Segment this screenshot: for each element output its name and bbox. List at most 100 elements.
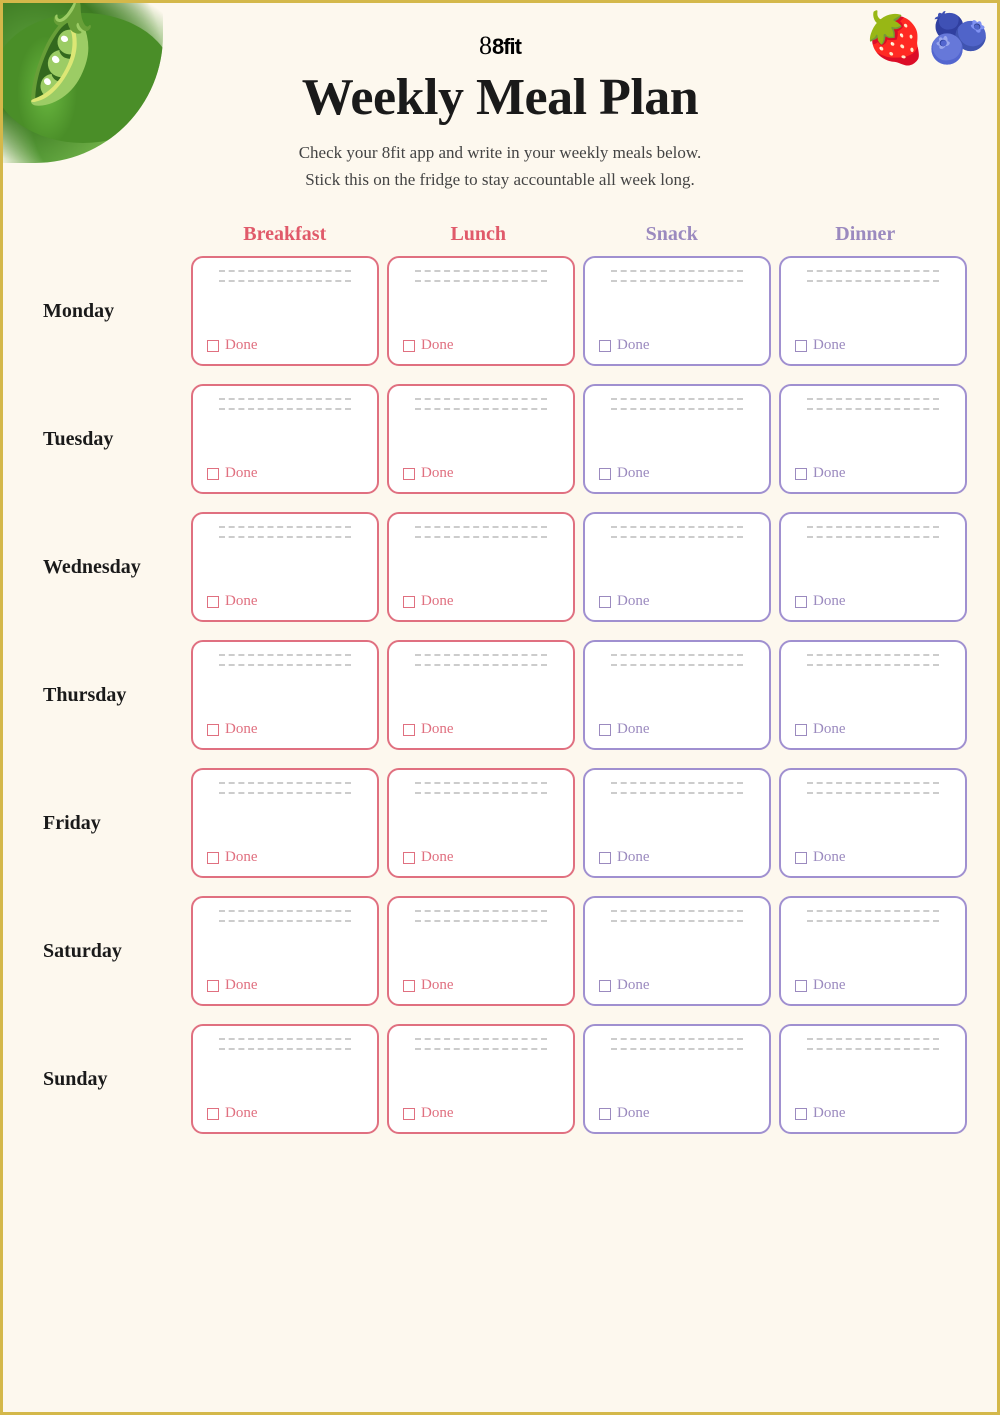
done-row[interactable]: Done (403, 593, 559, 610)
done-checkbox[interactable] (795, 1108, 807, 1120)
done-label: Done (421, 977, 454, 994)
meal-cell-friday-snack[interactable]: Done (583, 768, 771, 878)
done-row[interactable]: Done (795, 1105, 951, 1122)
dashed-lines (795, 654, 951, 707)
done-checkbox[interactable] (599, 340, 611, 352)
done-row[interactable]: Done (207, 721, 363, 738)
dashed-lines (207, 398, 363, 451)
dashed-line (807, 654, 940, 656)
done-row[interactable]: Done (403, 1105, 559, 1122)
meal-cell-saturday-breakfast[interactable]: Done (191, 896, 379, 1006)
meal-cell-monday-breakfast[interactable]: Done (191, 256, 379, 366)
done-label: Done (225, 721, 258, 738)
done-checkbox[interactable] (403, 852, 415, 864)
done-row[interactable]: Done (207, 1105, 363, 1122)
done-row[interactable]: Done (599, 1105, 755, 1122)
done-checkbox[interactable] (795, 596, 807, 608)
dashed-line (415, 1038, 548, 1040)
done-checkbox[interactable] (207, 340, 219, 352)
done-checkbox[interactable] (599, 980, 611, 992)
done-checkbox[interactable] (599, 468, 611, 480)
done-checkbox[interactable] (795, 980, 807, 992)
done-row[interactable]: Done (599, 465, 755, 482)
done-row[interactable]: Done (403, 337, 559, 354)
meal-cell-tuesday-snack[interactable]: Done (583, 384, 771, 494)
done-row[interactable]: Done (599, 977, 755, 994)
done-checkbox[interactable] (403, 1108, 415, 1120)
done-row[interactable]: Done (403, 849, 559, 866)
meal-cell-friday-lunch[interactable]: Done (387, 768, 575, 878)
meal-cell-monday-snack[interactable]: Done (583, 256, 771, 366)
done-row[interactable]: Done (599, 849, 755, 866)
done-checkbox[interactable] (795, 468, 807, 480)
done-checkbox[interactable] (207, 724, 219, 736)
meal-cell-thursday-dinner[interactable]: Done (779, 640, 967, 750)
meal-cell-saturday-dinner[interactable]: Done (779, 896, 967, 1006)
done-row[interactable]: Done (599, 593, 755, 610)
done-checkbox[interactable] (599, 596, 611, 608)
done-checkbox[interactable] (207, 596, 219, 608)
done-checkbox[interactable] (795, 340, 807, 352)
dashed-lines (207, 782, 363, 835)
done-row[interactable]: Done (795, 337, 951, 354)
meal-cell-wednesday-breakfast[interactable]: Done (191, 512, 379, 622)
meal-cell-monday-lunch[interactable]: Done (387, 256, 575, 366)
day-row: MondayDoneDoneDoneDone (33, 256, 967, 366)
meal-cell-sunday-breakfast[interactable]: Done (191, 1024, 379, 1134)
done-row[interactable]: Done (403, 977, 559, 994)
done-checkbox[interactable] (403, 724, 415, 736)
done-checkbox[interactable] (599, 852, 611, 864)
meal-cell-tuesday-breakfast[interactable]: Done (191, 384, 379, 494)
dashed-line (611, 280, 744, 282)
done-checkbox[interactable] (403, 340, 415, 352)
meal-cell-wednesday-dinner[interactable]: Done (779, 512, 967, 622)
done-row[interactable]: Done (795, 721, 951, 738)
done-checkbox[interactable] (207, 852, 219, 864)
meal-cell-monday-dinner[interactable]: Done (779, 256, 967, 366)
done-row[interactable]: Done (403, 721, 559, 738)
meal-cell-thursday-lunch[interactable]: Done (387, 640, 575, 750)
dashed-line (219, 1038, 352, 1040)
done-row[interactable]: Done (207, 465, 363, 482)
done-checkbox[interactable] (795, 724, 807, 736)
meal-cell-sunday-dinner[interactable]: Done (779, 1024, 967, 1134)
done-checkbox[interactable] (207, 1108, 219, 1120)
day-label-sunday: Sunday (33, 1068, 183, 1091)
meal-cell-wednesday-snack[interactable]: Done (583, 512, 771, 622)
done-row[interactable]: Done (207, 849, 363, 866)
meal-cell-sunday-snack[interactable]: Done (583, 1024, 771, 1134)
meal-cell-saturday-snack[interactable]: Done (583, 896, 771, 1006)
meal-cell-thursday-snack[interactable]: Done (583, 640, 771, 750)
done-checkbox[interactable] (403, 980, 415, 992)
meal-cell-wednesday-lunch[interactable]: Done (387, 512, 575, 622)
done-row[interactable]: Done (207, 337, 363, 354)
meal-cell-friday-dinner[interactable]: Done (779, 768, 967, 878)
meal-cell-sunday-lunch[interactable]: Done (387, 1024, 575, 1134)
meal-cell-friday-breakfast[interactable]: Done (191, 768, 379, 878)
done-row[interactable]: Done (207, 593, 363, 610)
done-row[interactable]: Done (403, 465, 559, 482)
done-checkbox[interactable] (403, 596, 415, 608)
done-row[interactable]: Done (207, 977, 363, 994)
done-row[interactable]: Done (795, 465, 951, 482)
done-row[interactable]: Done (599, 337, 755, 354)
page-subtitle: Check your 8fit app and write in your we… (3, 139, 997, 193)
dashed-line (807, 910, 940, 912)
dashed-lines (207, 526, 363, 579)
done-row[interactable]: Done (795, 593, 951, 610)
day-row: TuesdayDoneDoneDoneDone (33, 384, 967, 494)
done-checkbox[interactable] (599, 1108, 611, 1120)
done-row[interactable]: Done (599, 721, 755, 738)
done-checkbox[interactable] (599, 724, 611, 736)
done-row[interactable]: Done (795, 849, 951, 866)
done-checkbox[interactable] (207, 980, 219, 992)
meal-cell-tuesday-dinner[interactable]: Done (779, 384, 967, 494)
done-row[interactable]: Done (795, 977, 951, 994)
done-checkbox[interactable] (207, 468, 219, 480)
meal-cell-thursday-breakfast[interactable]: Done (191, 640, 379, 750)
done-label: Done (617, 465, 650, 482)
done-checkbox[interactable] (403, 468, 415, 480)
done-checkbox[interactable] (795, 852, 807, 864)
meal-cell-tuesday-lunch[interactable]: Done (387, 384, 575, 494)
meal-cell-saturday-lunch[interactable]: Done (387, 896, 575, 1006)
